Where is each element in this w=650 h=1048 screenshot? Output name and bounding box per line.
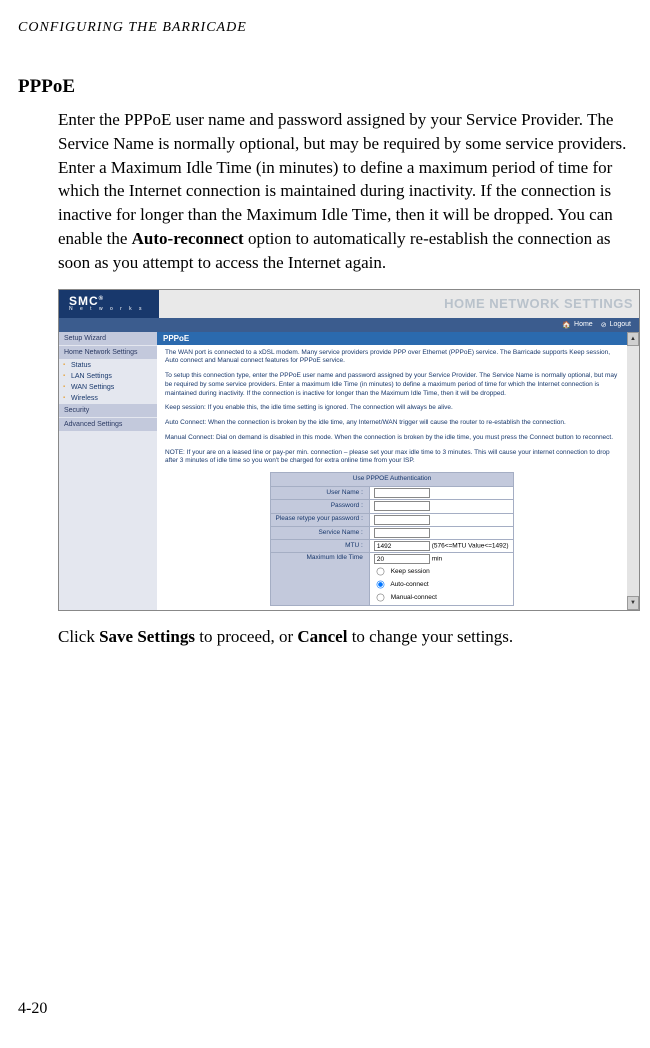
content-p5: Manual Connect: Dial on demand is disabl…: [165, 434, 619, 443]
radio-auto-connect[interactable]: Auto-connect: [374, 578, 509, 591]
content-title: PPPoE: [157, 332, 627, 345]
content-p2: To setup this connection type, enter the…: [165, 372, 619, 398]
router-ui-screenshot: SMC® N e t w o r k s HOME NETWORK SETTIN…: [58, 289, 640, 611]
maxidle-input[interactable]: [374, 554, 430, 564]
form-header: Use PPPOE Authentication: [271, 473, 513, 487]
para2-bold1: Save Settings: [99, 627, 195, 646]
radio-manual-label: Manual-connect: [391, 594, 437, 601]
pppoe-form: Use PPPOE Authentication User Name : Pas…: [270, 472, 513, 605]
logout-link[interactable]: ⊘ Logout: [601, 321, 631, 329]
para2-a: Click: [58, 627, 99, 646]
logout-label: Logout: [610, 321, 631, 328]
maxidle-unit: min: [432, 556, 442, 563]
mtu-input[interactable]: [374, 541, 430, 551]
password-label: Password :: [271, 500, 369, 513]
mtu-hint: (576<=MTU Value<=1492): [432, 543, 509, 550]
content-p1: The WAN port is connected to a xDSL mode…: [165, 349, 619, 367]
logo-sub: N e t w o r k s: [69, 307, 149, 312]
radio-auto-label: Auto-connect: [390, 581, 428, 588]
maxidle-label: Maximum Idle Time: [271, 553, 369, 605]
service-input[interactable]: [374, 528, 430, 538]
closing-paragraph: Click Save Settings to proceed, or Cance…: [0, 625, 650, 649]
sidebar: Setup Wizard Home Network Settings Statu…: [59, 332, 157, 610]
retype-label: Please retype your password :: [271, 513, 369, 526]
content-p4: Auto Connect: When the connection is bro…: [165, 419, 619, 428]
scroll-down-icon[interactable]: ▼: [627, 596, 639, 610]
sidebar-item-home-network[interactable]: Home Network Settings: [59, 346, 157, 360]
scrollbar[interactable]: ▲ ▼: [627, 332, 639, 610]
section-title: PPPoE: [0, 76, 650, 98]
sidebar-item-security[interactable]: Security: [59, 404, 157, 418]
smc-logo: SMC® N e t w o r k s: [59, 290, 159, 318]
para1-bold: Auto-reconnect: [132, 229, 244, 248]
mtu-label: MTU :: [271, 540, 369, 553]
sidebar-sub-wan[interactable]: WAN Settings: [59, 382, 157, 393]
para1-a: Enter the PPPoE user name and password a…: [58, 110, 626, 248]
scroll-up-icon[interactable]: ▲: [627, 332, 639, 346]
banner-text: HOME NETWORK SETTINGS: [444, 290, 639, 318]
running-header: CONFIGURING THE BARRICADE: [0, 20, 650, 36]
page-number: 4-20: [18, 1000, 47, 1018]
radio-keep-session[interactable]: Keep session: [374, 565, 509, 578]
username-input[interactable]: [374, 488, 430, 498]
service-label: Service Name :: [271, 526, 369, 539]
ui-topbar: 🏠 Home ⊘ Logout: [59, 318, 639, 332]
para2-c: to change your settings.: [347, 627, 513, 646]
sidebar-item-setup-wizard[interactable]: Setup Wizard: [59, 332, 157, 346]
retype-input[interactable]: [374, 515, 430, 525]
content-p3: Keep session: If you enable this, the id…: [165, 404, 619, 413]
radio-keep-label: Keep session: [391, 568, 430, 575]
username-label: User Name :: [271, 487, 369, 500]
sidebar-item-advanced[interactable]: Advanced Settings: [59, 418, 157, 432]
radio-manual-connect[interactable]: Manual-connect: [374, 591, 509, 604]
sidebar-sub-status[interactable]: Status: [59, 360, 157, 371]
home-link[interactable]: 🏠 Home: [562, 321, 592, 329]
content-area: PPPoE The WAN port is connected to a xDS…: [157, 332, 627, 610]
home-label: Home: [574, 321, 593, 328]
reg-mark: ®: [99, 296, 104, 302]
intro-paragraph: Enter the PPPoE user name and password a…: [0, 108, 650, 275]
para2-b: to proceed, or: [195, 627, 297, 646]
para2-bold2: Cancel: [297, 627, 347, 646]
password-input[interactable]: [374, 501, 430, 511]
content-p6: NOTE: If your are on a leased line or pa…: [165, 449, 619, 467]
sidebar-sub-lan[interactable]: LAN Settings: [59, 371, 157, 382]
sidebar-sub-wireless[interactable]: Wireless: [59, 393, 157, 404]
ui-header: SMC® N e t w o r k s HOME NETWORK SETTIN…: [59, 290, 639, 318]
